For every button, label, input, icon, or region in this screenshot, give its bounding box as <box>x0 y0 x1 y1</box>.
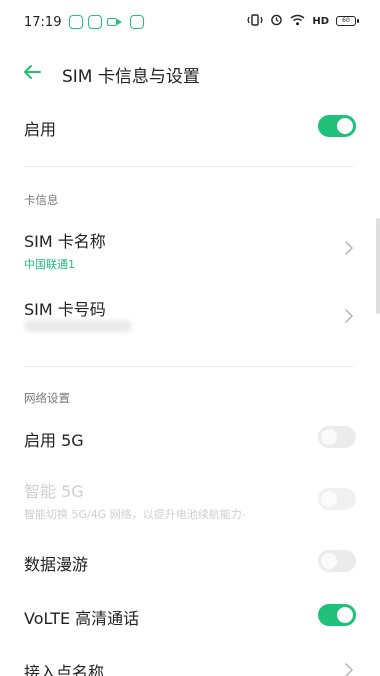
sim-name-label: SIM 卡名称 <box>24 232 106 251</box>
enable-5g-toggle[interactable] <box>318 426 356 448</box>
hd-indicator: HD <box>312 15 329 27</box>
vibrate-icon <box>247 13 263 29</box>
status-bar: 17:19 HD 60 <box>0 0 380 42</box>
divider <box>24 366 354 367</box>
section-title-card-info: 卡信息 <box>24 193 59 207</box>
sim-number-label: SIM 卡号码 <box>24 300 106 319</box>
app-notification-icon <box>69 15 83 29</box>
divider <box>24 166 354 167</box>
data-roaming-row[interactable]: 数据漫游 <box>0 542 380 582</box>
page-title: SIM 卡信息与设置 <box>62 67 200 87</box>
toggle-knob <box>337 607 353 623</box>
enable-sim-row[interactable]: 启用 <box>0 104 380 148</box>
scrollbar[interactable] <box>376 218 380 314</box>
app-notification-icon <box>88 15 102 29</box>
back-arrow-icon[interactable] <box>20 60 44 84</box>
toggle-knob <box>321 491 337 507</box>
enable-sim-label: 启用 <box>24 120 57 139</box>
status-time: 17:19 <box>24 15 62 30</box>
smart-5g-row: 智能 5G 智能切换 5G/4G 网络，以提升电池续航能力- <box>0 474 380 526</box>
volte-row[interactable]: VoLTE 高清通话 <box>0 596 380 636</box>
status-icons: HD 60 <box>247 13 359 29</box>
toggle-knob <box>337 118 353 134</box>
sim-name-value: 中国联通1 <box>24 258 75 271</box>
smart-5g-label: 智能 5G <box>24 482 84 501</box>
chevron-right-icon <box>344 662 354 676</box>
apn-row[interactable]: 接入点名称 <box>0 650 380 676</box>
data-roaming-toggle[interactable] <box>318 550 356 572</box>
video-icon <box>107 18 122 26</box>
chevron-right-icon <box>344 240 354 255</box>
toggle-knob <box>321 553 337 569</box>
toggle-knob <box>321 429 337 445</box>
wifi-icon <box>290 14 305 29</box>
enable-5g-row[interactable]: 启用 5G <box>0 418 380 458</box>
enable-sim-toggle[interactable] <box>318 115 356 137</box>
app-notification-icon <box>130 15 144 29</box>
apn-label: 接入点名称 <box>24 663 105 676</box>
volte-toggle[interactable] <box>318 604 356 626</box>
sim-name-row[interactable]: SIM 卡名称 中国联通1 <box>0 222 380 274</box>
battery-icon: 60 <box>336 16 359 26</box>
section-title-network: 网络设置 <box>24 391 70 405</box>
smart-5g-description: 智能切换 5G/4G 网络，以提升电池续航能力- <box>24 508 246 521</box>
alarm-icon <box>270 13 283 29</box>
enable-5g-label: 启用 5G <box>24 431 84 450</box>
data-roaming-label: 数据漫游 <box>24 555 89 574</box>
app-header: SIM 卡信息与设置 <box>0 52 380 92</box>
sim-number-row[interactable]: SIM 卡号码 <box>0 290 380 342</box>
sim-number-value-redacted <box>24 320 132 332</box>
volte-label: VoLTE 高清通话 <box>24 609 140 628</box>
smart-5g-toggle <box>318 488 356 510</box>
sim-settings-screen: 17:19 HD 60 SIM 卡信息与设置 启用 卡信息 SIM 卡名称 中国… <box>0 0 380 676</box>
chevron-right-icon <box>344 308 354 323</box>
